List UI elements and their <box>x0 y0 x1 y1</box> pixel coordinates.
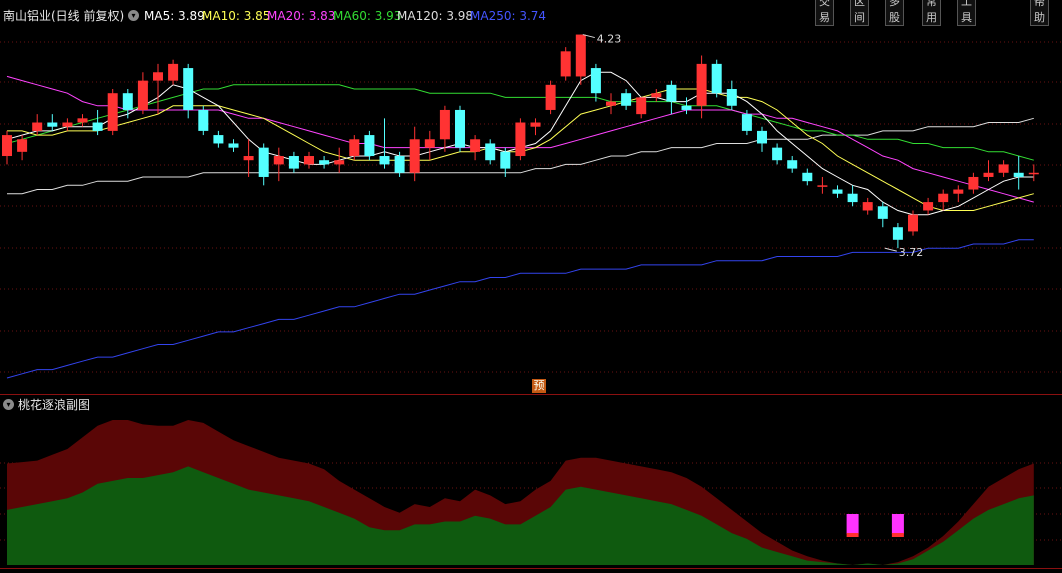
candle-up <box>304 156 314 165</box>
high-price-label: 4.23 <box>597 33 622 46</box>
candle-up <box>953 189 964 194</box>
candle-up <box>545 84 556 110</box>
candle-up <box>530 122 541 127</box>
ma20-label: MA20: 3.83 <box>267 9 336 23</box>
candle-up <box>606 101 616 106</box>
kline-chart[interactable]: 4.23 3.72 <box>0 0 1062 573</box>
candle-up <box>32 122 43 131</box>
candle-up <box>651 93 662 98</box>
candle-up <box>470 139 481 152</box>
candle-down <box>741 114 752 131</box>
candle-down <box>213 135 224 144</box>
chevron-down-icon[interactable]: ▾ <box>3 399 14 410</box>
candle-down <box>198 109 209 131</box>
candle-up <box>137 80 148 110</box>
sub-chart-title[interactable]: 桃花逐浪副图 <box>18 398 90 412</box>
candle-up <box>107 93 118 131</box>
candle-down <box>319 160 330 165</box>
candle-up <box>424 139 435 148</box>
candle-down <box>92 122 103 131</box>
candle-down <box>1013 172 1024 177</box>
ma60-label: MA60: 3.93 <box>333 9 402 23</box>
candle-up <box>998 164 1009 173</box>
candle-up <box>409 139 420 173</box>
candle-up <box>983 172 994 177</box>
candle-up <box>62 122 73 127</box>
candle-up <box>273 156 284 165</box>
candle-down <box>394 156 405 173</box>
main-chart-header: 南山铝业(日线 前复权) ▾ MA5: 3.89 MA10: 3.85 MA20… <box>0 7 1062 25</box>
sub-signal-base <box>846 533 859 537</box>
ma10-label: MA10: 3.85 <box>202 9 271 23</box>
candle-up <box>908 214 918 232</box>
sub-signal-marker <box>846 514 859 534</box>
candle-down <box>787 160 798 169</box>
chevron-down-icon[interactable]: ▾ <box>128 10 139 21</box>
candle-down <box>681 105 692 110</box>
candle-down <box>485 143 496 161</box>
candle-down <box>832 189 843 194</box>
candle-up <box>575 34 586 77</box>
candle-up <box>862 202 873 211</box>
candle-down <box>621 93 632 106</box>
candle-down <box>288 156 299 169</box>
candle-down <box>590 68 601 94</box>
candle-up <box>153 72 163 81</box>
ma250-label: MA250: 3.74 <box>470 9 547 23</box>
candle-down <box>726 89 737 106</box>
candle-down <box>258 147 269 177</box>
candle-up <box>439 109 450 140</box>
candle-down <box>802 172 813 182</box>
ma5-label: MA5: 3.89 <box>144 9 205 23</box>
candle-up <box>2 135 12 157</box>
candle-up <box>349 139 360 157</box>
low-pointer <box>884 247 897 252</box>
candle-up <box>515 122 526 157</box>
candle-down <box>772 147 783 161</box>
candle-down <box>47 122 58 127</box>
candle-down <box>364 135 375 157</box>
ma250-line <box>6 239 1034 379</box>
candle-down <box>379 156 390 165</box>
candle-down <box>757 130 767 144</box>
candle-down <box>455 109 465 148</box>
sub-chart-header: ▾ 桃花逐浪副图 <box>0 397 1062 415</box>
sub-signal-base <box>891 533 904 537</box>
candle-up <box>636 97 647 115</box>
ma120-label: MA120: 3.98 <box>397 9 474 23</box>
candle-up <box>168 63 179 81</box>
candle-up <box>968 176 979 190</box>
candle-down <box>711 63 722 94</box>
candle-down <box>877 206 888 219</box>
stock-title[interactable]: 南山铝业(日线 前复权) <box>3 9 124 23</box>
candle-up <box>243 156 254 161</box>
candle-up <box>17 139 28 152</box>
sub-signal-marker <box>891 514 904 534</box>
low-price-label: 3.72 <box>899 246 924 259</box>
candle-down <box>500 151 511 169</box>
candle-up <box>696 63 707 106</box>
candle-down <box>122 93 133 110</box>
candle-up <box>77 118 88 123</box>
candle-down <box>847 193 858 203</box>
candle-down <box>666 84 677 102</box>
candle-down <box>892 227 903 240</box>
candle-down <box>228 143 239 148</box>
candle-up <box>938 193 949 203</box>
forecast-marker[interactable]: 预 <box>532 379 546 393</box>
candle-down <box>183 68 194 110</box>
candle-up <box>923 202 934 211</box>
candle-up <box>334 160 345 165</box>
candle-up <box>1028 172 1039 175</box>
candle-up <box>560 51 571 77</box>
candle-up <box>817 185 828 187</box>
